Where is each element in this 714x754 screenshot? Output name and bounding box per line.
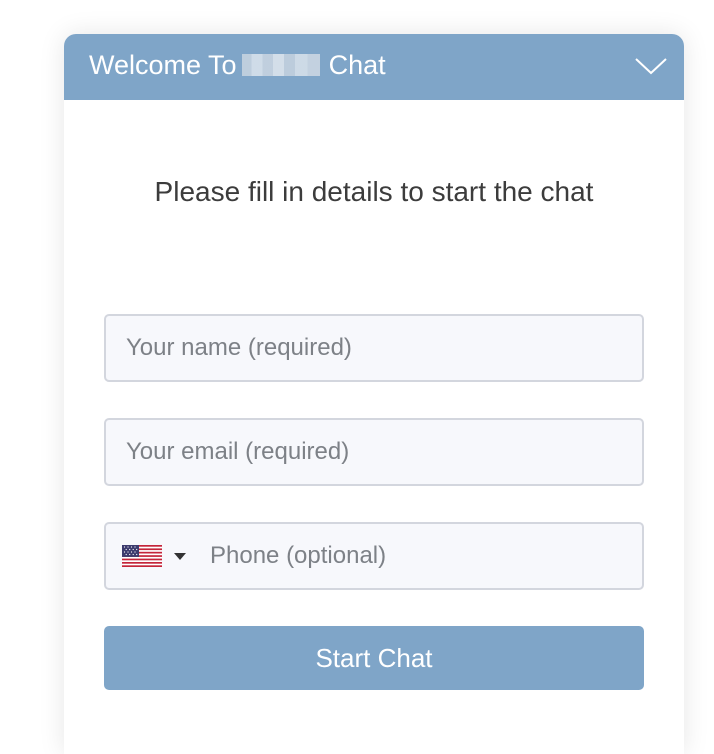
- collapse-button[interactable]: [634, 52, 668, 80]
- intro-text: Please fill in details to start the chat: [154, 176, 594, 207]
- chat-widget: Welcome To Chat Please fill in details t…: [64, 34, 684, 754]
- us-flag-icon: [122, 545, 162, 567]
- start-chat-button[interactable]: Start Chat: [104, 626, 644, 690]
- caret-down-icon: [174, 552, 186, 560]
- name-field[interactable]: [104, 314, 644, 382]
- chat-title-prefix: Welcome To: [89, 50, 237, 80]
- redacted-brand-name: [241, 54, 320, 76]
- email-input[interactable]: [106, 420, 642, 484]
- chat-form-body: Please fill in details to start the chat: [64, 100, 684, 754]
- country-code-dropdown[interactable]: [122, 524, 194, 588]
- chat-title: Welcome To Chat: [89, 49, 386, 81]
- phone-field[interactable]: [104, 522, 644, 590]
- chevron-down-icon: [635, 58, 667, 75]
- email-field[interactable]: [104, 418, 644, 486]
- chat-header: Welcome To Chat: [64, 34, 684, 100]
- name-input[interactable]: [106, 316, 642, 380]
- chat-title-suffix: Chat: [328, 50, 386, 80]
